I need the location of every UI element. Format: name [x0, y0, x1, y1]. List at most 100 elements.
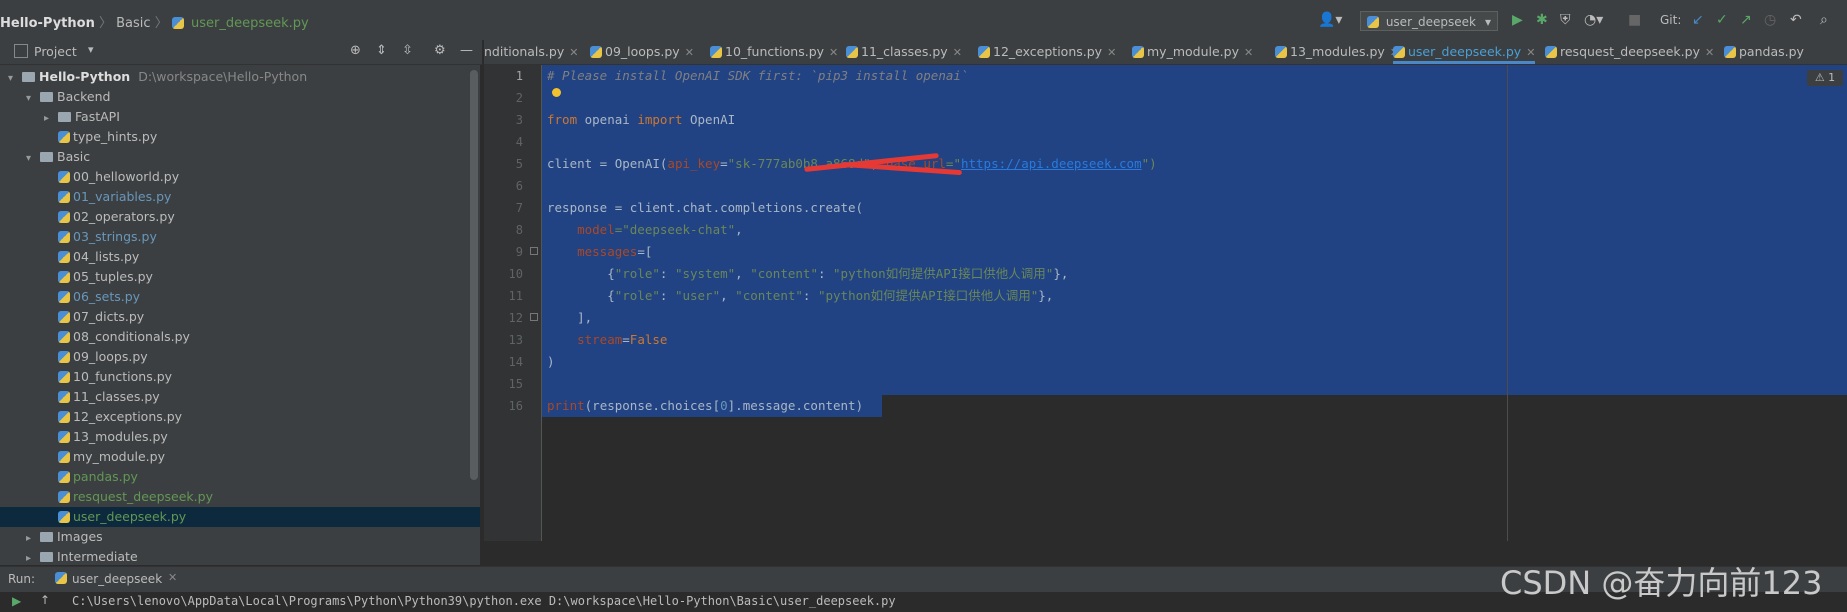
gear-icon[interactable]: ⚙	[434, 43, 446, 58]
tab-11-classes[interactable]: 11_classes.py ✕	[846, 40, 962, 64]
tree-file-item[interactable]: my_module.py	[0, 447, 165, 467]
close-icon[interactable]: ✕	[829, 46, 838, 59]
tab-10-functions[interactable]: 10_functions.py ✕	[710, 40, 838, 64]
lightbulb-icon[interactable]	[552, 88, 561, 97]
search-icon[interactable]: ⌕	[1820, 12, 1828, 28]
tree-item-label: 05_tuples.py	[73, 269, 153, 284]
tree-file-item[interactable]: pandas.py	[0, 467, 138, 487]
tab-label: my_module.py	[1147, 44, 1239, 59]
tab-nditionals[interactable]: nditionals.py ✕	[484, 40, 578, 64]
tab-my-module[interactable]: my_module.py ✕	[1132, 40, 1253, 64]
code-editor[interactable]: # Please install OpenAI SDK first: `pip3…	[542, 65, 1847, 541]
python-file-icon	[58, 491, 70, 503]
tab-13-modules[interactable]: 13_modules.py✕	[1275, 40, 1399, 64]
hide-icon[interactable]: —	[460, 43, 473, 58]
close-icon[interactable]: ✕	[168, 571, 177, 584]
tree-file-item[interactable]: 11_classes.py	[0, 387, 160, 407]
breadcrumb-project[interactable]: Hello-Python	[0, 16, 95, 31]
tree-folder-item[interactable]: ▾ Hello-Python D:\workspace\Hello-Python	[0, 67, 307, 87]
tree-file-item[interactable]: 13_modules.py	[0, 427, 168, 447]
chevron-down-icon[interactable]: ▾	[26, 149, 40, 169]
tree-item-label: Basic	[57, 149, 91, 164]
api-url-link[interactable]: https://api.deepseek.com	[961, 156, 1142, 171]
python-file-icon	[1724, 46, 1736, 58]
project-pane-label[interactable]: Project	[34, 44, 77, 59]
close-icon[interactable]: ✕	[953, 46, 962, 59]
close-icon[interactable]: ✕	[1526, 46, 1535, 59]
rollback-icon[interactable]: ↶	[1790, 12, 1802, 28]
chevron-down-icon[interactable]: ▾	[8, 69, 22, 89]
tree-folder-item[interactable]: ▸ Intermediate	[0, 547, 138, 565]
git-update-icon[interactable]: ↙	[1692, 12, 1704, 28]
run-configuration-select[interactable]: user_deepseek ▾	[1360, 11, 1498, 31]
tree-file-item[interactable]: 07_dicts.py	[0, 307, 144, 327]
close-icon[interactable]: ✕	[1705, 46, 1714, 59]
tree-file-item[interactable]: 12_exceptions.py	[0, 407, 182, 427]
tab-label: 12_exceptions.py	[993, 44, 1103, 59]
history-icon[interactable]: ◷	[1764, 12, 1776, 28]
chevron-down-icon[interactable]: ▾	[88, 43, 94, 56]
run-tab-label[interactable]: user_deepseek	[72, 572, 162, 586]
line-number: 16	[508, 399, 523, 413]
tab-user-deepseek[interactable]: user_deepseek.py ✕	[1393, 40, 1536, 64]
debug-icon[interactable]: ✱	[1536, 12, 1548, 28]
chevron-right-icon[interactable]: ▸	[44, 109, 58, 129]
git-label: Git:	[1660, 13, 1682, 27]
tree-file-item[interactable]: 06_sets.py	[0, 287, 140, 307]
git-commit-icon[interactable]: ✓	[1716, 12, 1728, 28]
tree-folder-item[interactable]: ▸ FastAPI	[0, 107, 120, 127]
scroll-up-icon[interactable]: ↑	[40, 593, 50, 607]
close-icon[interactable]: ✕	[1244, 46, 1253, 59]
close-icon[interactable]: ✕	[1107, 46, 1116, 59]
tree-file-item[interactable]: 04_lists.py	[0, 247, 139, 267]
chevron-right-icon[interactable]: ▸	[26, 529, 40, 549]
tree-folder-item[interactable]: ▾ Basic	[0, 147, 90, 167]
fold-marker-icon[interactable]	[530, 313, 538, 321]
tab-12-exceptions[interactable]: 12_exceptions.py ✕	[978, 40, 1116, 64]
run-icon[interactable]: ▶	[1512, 12, 1523, 28]
chevron-right-icon[interactable]: ▸	[26, 549, 40, 565]
tree-file-item[interactable]: 01_variables.py	[0, 187, 171, 207]
tree-file-item[interactable]: 00_helloworld.py	[0, 167, 179, 187]
profile-icon[interactable]: ◔▾	[1584, 12, 1603, 28]
project-tree-scrollbar[interactable]	[470, 70, 478, 480]
git-push-icon[interactable]: ↗	[1740, 12, 1752, 28]
breadcrumb-folder[interactable]: Basic	[116, 16, 150, 31]
warnings-indicator[interactable]: ⚠ 1	[1807, 70, 1843, 86]
tab-pandas[interactable]: pandas.py	[1724, 40, 1804, 64]
tab-09-loops[interactable]: 09_loops.py ✕	[590, 40, 694, 64]
tab-resquest-deepseek[interactable]: resquest_deepseek.py ✕	[1545, 40, 1714, 64]
breadcrumb-file[interactable]: user_deepseek.py	[191, 16, 309, 31]
tree-folder-item[interactable]: ▸ Images	[0, 527, 103, 547]
tree-file-item[interactable]: 02_operators.py	[0, 207, 175, 227]
python-file-icon	[978, 46, 990, 58]
tree-file-item[interactable]: 05_tuples.py	[0, 267, 153, 287]
fold-marker-icon[interactable]	[530, 247, 538, 255]
line-number: 8	[515, 223, 523, 237]
tree-file-item[interactable]: 08_conditionals.py	[0, 327, 190, 347]
expand-all-icon[interactable]: ⇕	[376, 43, 387, 58]
locate-icon[interactable]: ⊕	[350, 43, 361, 58]
watermark: CSDN @奋力向前123	[1500, 564, 1823, 602]
line-number: 11	[508, 289, 523, 303]
close-icon[interactable]: ✕	[569, 46, 578, 59]
tree-file-item[interactable]: 09_loops.py	[0, 347, 148, 367]
rerun-icon[interactable]: ▶	[12, 594, 21, 608]
line-number: 9	[515, 245, 523, 259]
navigation-bar: Hello-Python 〉 Basic 〉 user_deepseek.py …	[0, 0, 1847, 41]
tree-folder-item[interactable]: ▾ Backend	[0, 87, 110, 107]
coverage-icon[interactable]: ⛨	[1560, 12, 1571, 28]
close-icon[interactable]: ✕	[685, 46, 694, 59]
python-file-icon	[58, 411, 70, 423]
collapse-all-icon[interactable]: ⇳	[402, 43, 413, 58]
tree-file-item[interactable]: type_hints.py	[0, 127, 157, 147]
python-file-icon	[58, 511, 70, 523]
tree-item-label: 00_helloworld.py	[73, 169, 180, 184]
stop-icon[interactable]: ■	[1628, 12, 1641, 28]
chevron-down-icon[interactable]: ▾	[26, 89, 40, 109]
tree-file-item[interactable]: resquest_deepseek.py	[0, 487, 213, 507]
tree-file-item[interactable]: 10_functions.py	[0, 367, 172, 387]
tree-file-item[interactable]: 03_strings.py	[0, 227, 157, 247]
user-icon[interactable]: 👤▾	[1318, 12, 1342, 28]
tree-file-item[interactable]: user_deepseek.py	[0, 507, 480, 527]
